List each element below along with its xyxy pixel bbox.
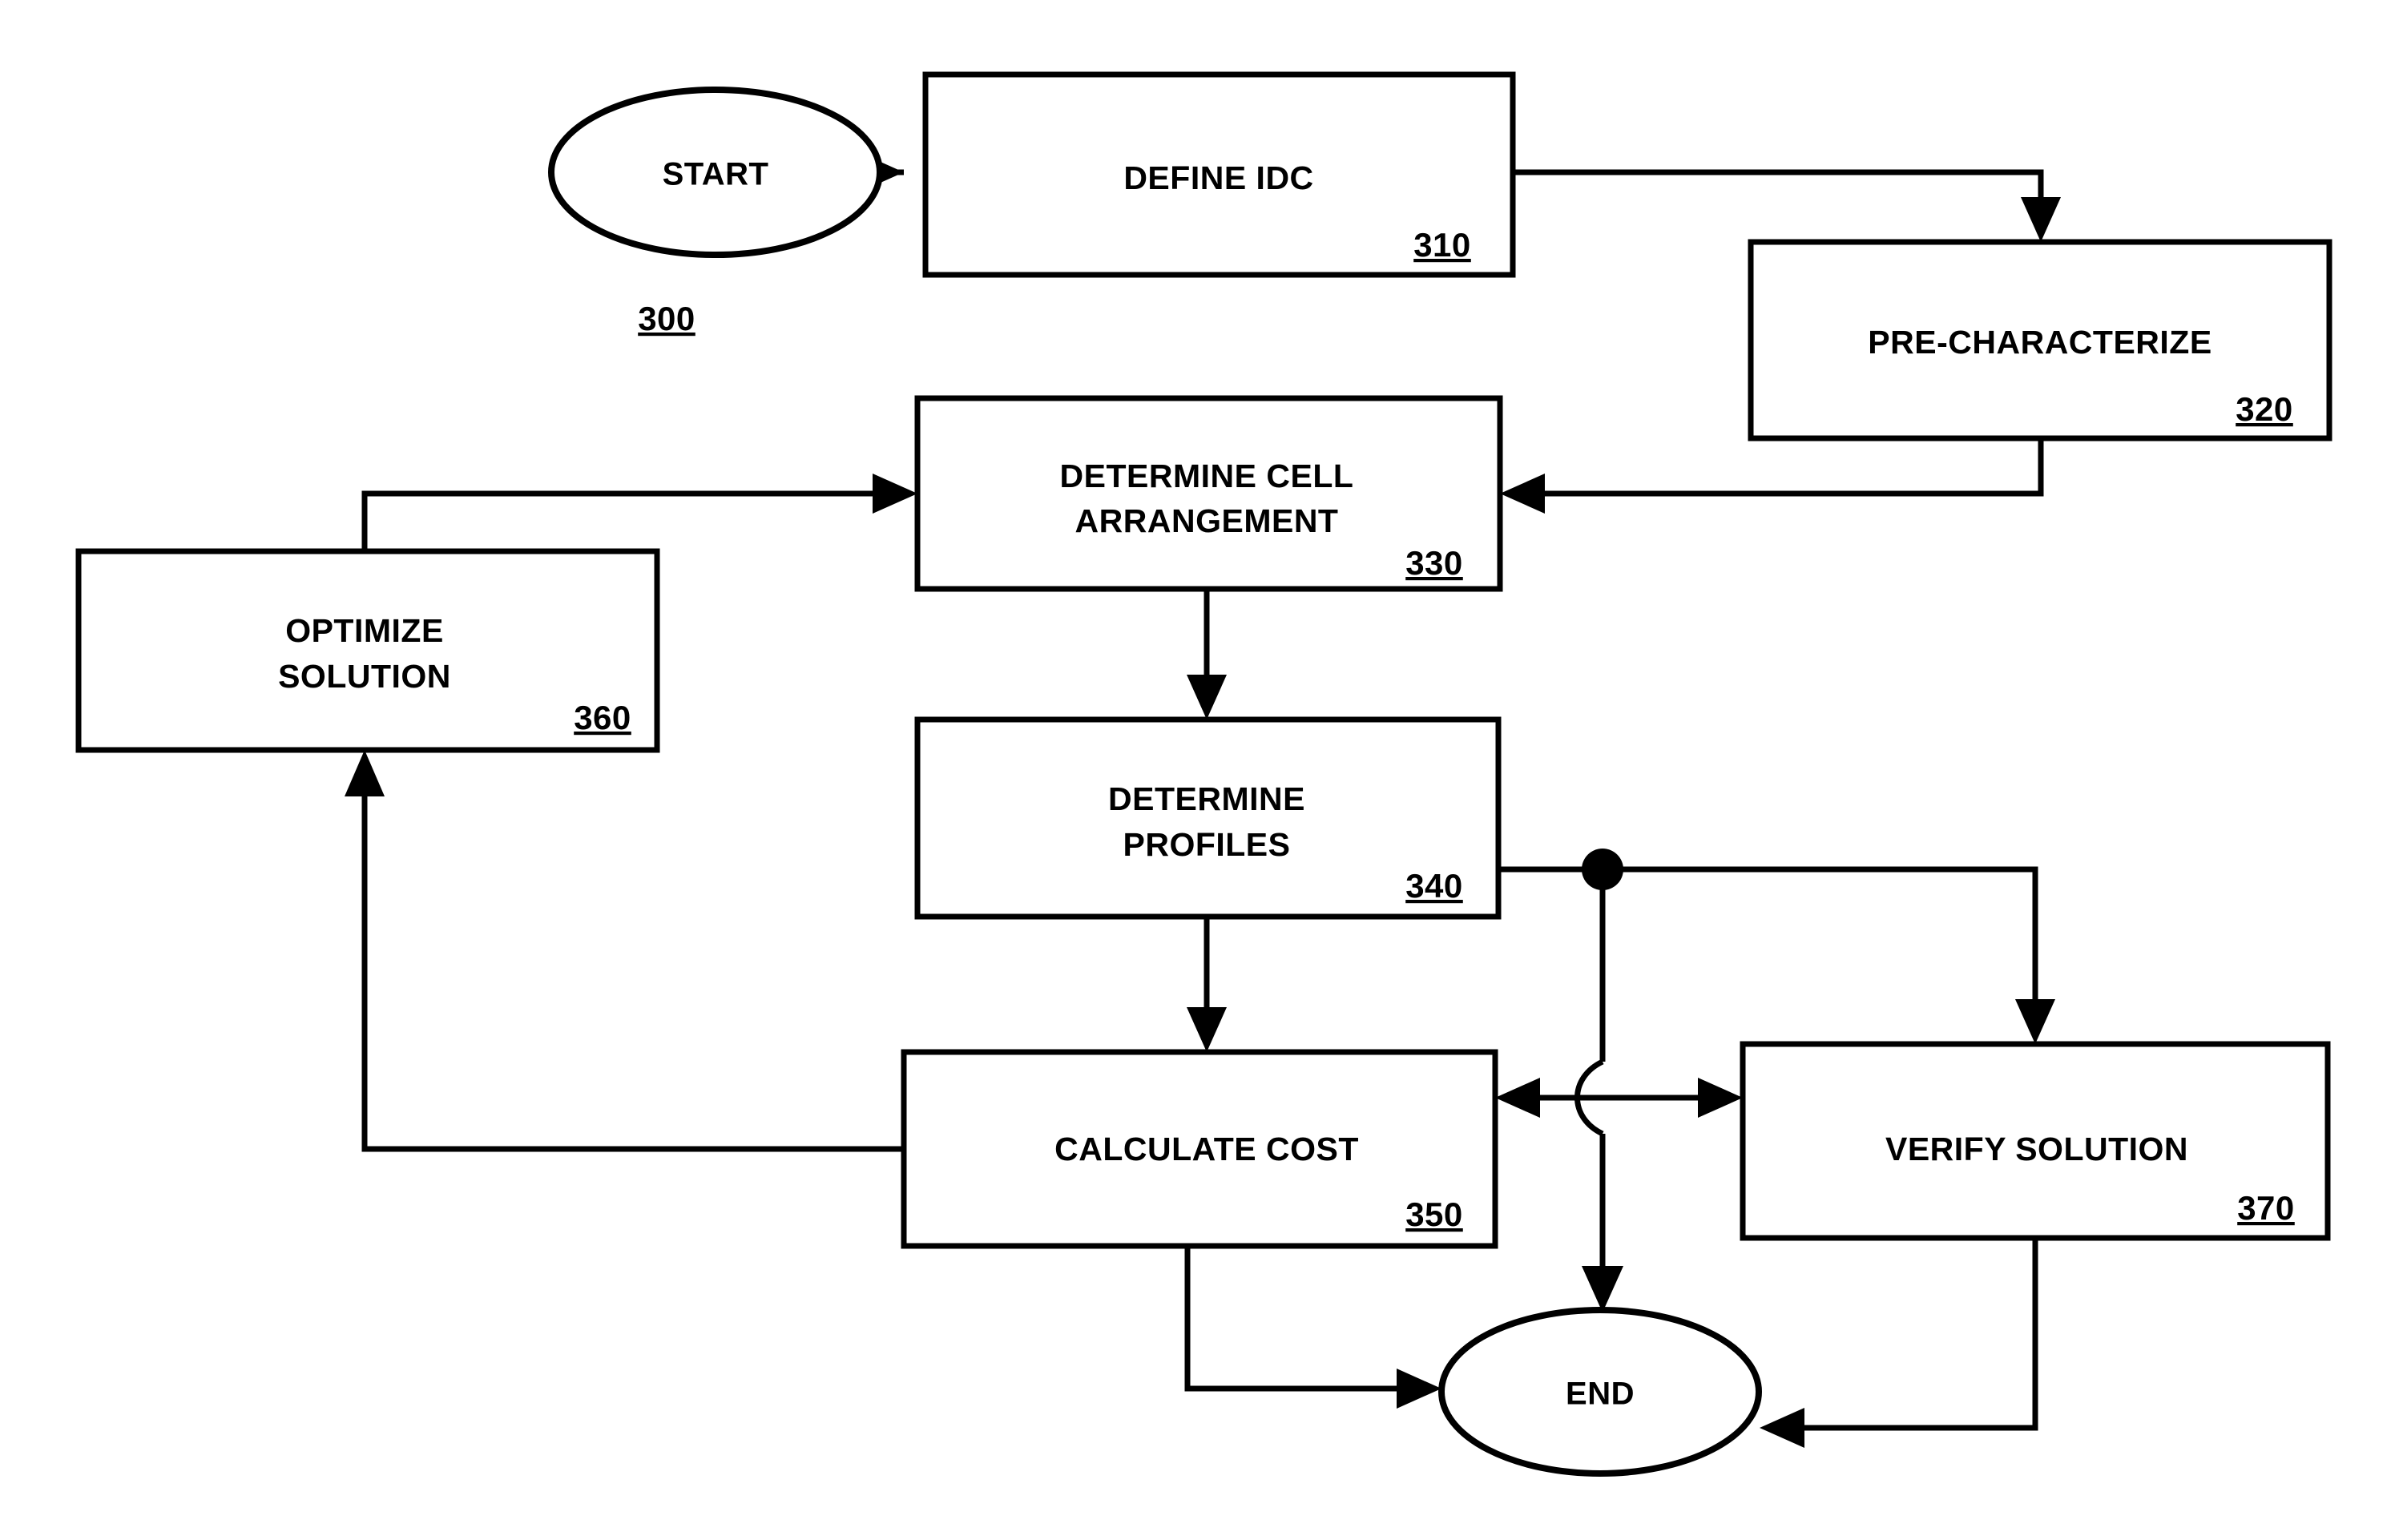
verify-solution-label: VERIFY SOLUTION — [1885, 1131, 2188, 1167]
calculate-cost-label: CALCULATE COST — [1054, 1131, 1359, 1167]
optimize-solution-label-line2: SOLUTION — [278, 658, 451, 695]
verify-solution-ref: 370 — [2237, 1189, 2295, 1227]
determine-cell-arrangement-label-line2: ARRANGEMENT — [1075, 502, 1339, 539]
pre-characterize-label: PRE-CHARACTERIZE — [1868, 324, 2211, 361]
node-end[interactable]: END — [1438, 1307, 1762, 1477]
node-define-idc[interactable]: DEFINE IDC 310 — [922, 71, 1516, 278]
edge-optimize-solution-to-determine-cell-arrangement — [361, 474, 917, 551]
edge-determine-profiles-to-verify-solution — [1498, 866, 2055, 1044]
determine-profiles-label-line1: DETERMINE — [1108, 780, 1305, 817]
optimize-solution-box[interactable] — [75, 548, 660, 753]
edge-determine-profiles-to-end — [1574, 869, 1623, 1312]
edge-calculate-cost-to-optimize-solution — [345, 750, 904, 1152]
node-determine-profiles[interactable]: DETERMINE PROFILES 340 — [914, 716, 1502, 920]
determine-cell-arrangement-ref: 330 — [1405, 544, 1463, 582]
calculate-cost-ref: 350 — [1405, 1195, 1463, 1233]
node-calculate-cost[interactable]: CALCULATE COST 350 — [901, 1049, 1498, 1249]
node-determine-cell-arrangement[interactable]: DETERMINE CELL ARRANGEMENT 330 — [914, 395, 1503, 592]
edge-calculate-cost-to-end — [1184, 1246, 1441, 1409]
edge-determine-profiles-to-calculate-cost — [1187, 917, 1227, 1052]
node-start[interactable]: START — [548, 87, 883, 258]
figure-ref-300: 300 — [638, 300, 695, 337]
optimize-solution-label-line1: OPTIMIZE — [285, 612, 444, 649]
define-idc-label: DEFINE IDC — [1123, 159, 1313, 196]
optimize-solution-ref: 360 — [574, 699, 631, 736]
node-verify-solution[interactable]: VERIFY SOLUTION 370 — [1740, 1041, 2331, 1241]
flowchart-canvas: START 300 DEFINE IDC 310 PRE-CHARACTERIZ… — [75, 71, 2332, 1477]
start-label: START — [663, 157, 769, 192]
node-optimize-solution[interactable]: OPTIMIZE SOLUTION 360 — [75, 548, 660, 753]
determine-profiles-ref: 340 — [1405, 867, 1463, 905]
edge-pre-characterize-to-determine-cell-arrangement — [1500, 438, 2044, 514]
determine-profiles-label-line2: PROFILES — [1123, 826, 1290, 863]
node-pre-characterize[interactable]: PRE-CHARACTERIZE 320 — [1748, 239, 2332, 441]
end-label: END — [1566, 1377, 1635, 1412]
edge-define-idc-to-pre-characterize — [1513, 169, 2061, 242]
define-idc-ref: 310 — [1413, 226, 1471, 264]
flowchart-figure: START 300 DEFINE IDC 310 PRE-CHARACTERIZ… — [0, 0, 2403, 1540]
pre-characterize-ref: 320 — [2236, 390, 2293, 428]
edge-verify-solution-to-end — [1760, 1238, 2038, 1448]
determine-cell-arrangement-label-line1: DETERMINE CELL — [1060, 458, 1354, 494]
edge-calculate-cost-to-verify-solution — [1495, 1078, 1743, 1118]
edge-determine-cell-arrangement-to-determine-profiles — [1187, 589, 1227, 720]
